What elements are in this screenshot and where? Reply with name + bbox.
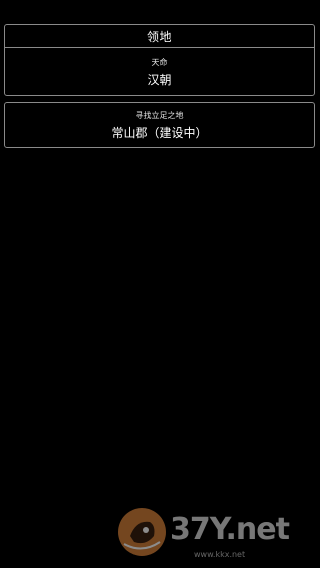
watermark: 37Y.net www.kkx.net [116,504,312,566]
territory-panel: 领地 天命 汉朝 [4,24,315,96]
watermark-url: www.kkx.net [194,550,246,559]
watermark-brand: 37Y.net [170,512,290,547]
quest-value: 常山郡（建设中） [111,125,208,140]
quest-panel[interactable]: 寻找立足之地 常山郡（建设中） [4,102,315,148]
territory-title: 领地 [146,29,172,44]
territory-header[interactable]: 领地 [5,25,314,48]
quest-label: 寻找立足之地 [135,110,184,120]
mandate-section[interactable]: 天命 汉朝 [5,48,314,96]
mandate-value: 汉朝 [147,72,172,87]
mandate-label: 天命 [151,57,168,67]
quest-section[interactable]: 寻找立足之地 常山郡（建设中） [5,103,314,147]
watermark-logo-icon [118,508,166,556]
